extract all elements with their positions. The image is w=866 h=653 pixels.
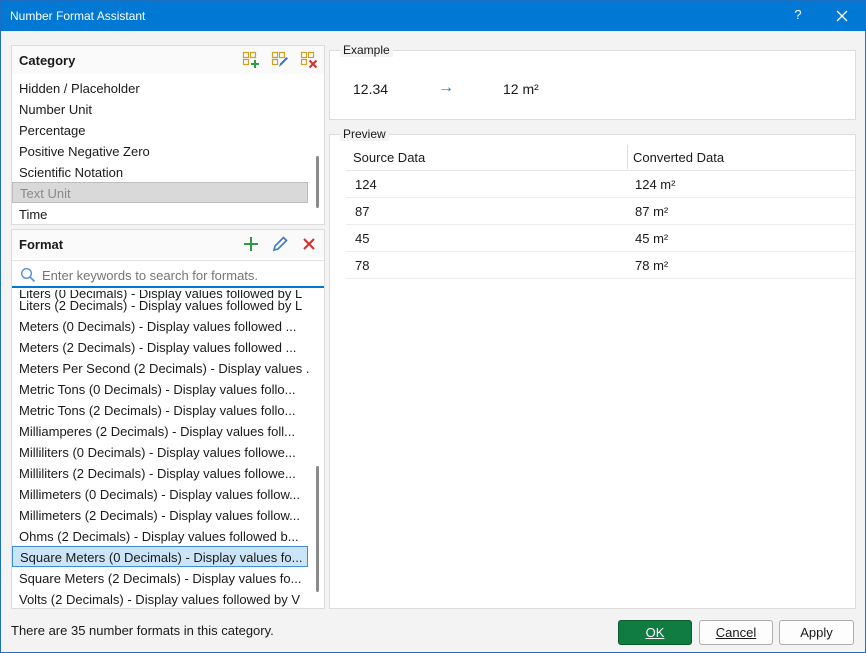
close-button[interactable] [829, 5, 855, 27]
search-icon [20, 267, 36, 283]
example-group: Example 12.34 → 12 m² [329, 43, 856, 120]
format-item[interactable]: Millimeters (2 Decimals) - Display value… [19, 505, 309, 526]
plus-icon [244, 237, 258, 251]
delete-grid-icon [300, 51, 318, 69]
edit-format-button[interactable] [271, 235, 289, 253]
format-search-box[interactable] [12, 260, 324, 288]
format-item[interactable]: Square Meters (2 Decimals) - Display val… [19, 568, 309, 589]
format-search-input[interactable] [42, 265, 318, 285]
source-cell: 124 [355, 177, 377, 192]
table-row: 124 124 m² [346, 171, 855, 198]
preview-table: Source Data Converted Data 124 124 m² 87… [346, 143, 855, 279]
format-item[interactable]: Millimeters (0 Decimals) - Display value… [19, 484, 309, 505]
source-cell: 87 [355, 204, 370, 219]
format-count-status: There are 35 number formats in this cate… [11, 623, 274, 638]
column-header-converted-data: Converted Data [633, 150, 725, 165]
format-scrollbar[interactable] [316, 466, 319, 592]
format-item[interactable]: Meters (2 Decimals) - Display values fol… [19, 337, 309, 358]
format-item[interactable]: Metric Tons (0 Decimals) - Display value… [19, 379, 309, 400]
converted-cell: 78 m² [635, 258, 669, 273]
example-source-value: 12.34 [353, 81, 389, 97]
category-item-positive-negative-zero[interactable]: Positive Negative Zero [19, 141, 150, 162]
category-list: Hidden / Placeholder Number Unit Percent… [12, 74, 310, 224]
table-row: 87 87 m² [346, 198, 855, 225]
add-category-button[interactable] [242, 51, 260, 69]
category-item-scientific-notation[interactable]: Scientific Notation [19, 162, 123, 183]
dialog-window: Number Format Assistant ? Category Hidde… [0, 0, 866, 653]
format-item[interactable]: Milliliters (0 Decimals) - Display value… [19, 442, 309, 463]
format-item[interactable]: Meters Per Second (2 Decimals) - Display… [19, 358, 309, 379]
close-icon [836, 10, 848, 22]
example-title: Example [340, 43, 393, 57]
apply-button[interactable]: Apply [779, 620, 854, 645]
format-item-selected[interactable]: Square Meters (0 Decimals) - Display val… [12, 546, 308, 567]
cancel-button[interactable]: Cancel [699, 620, 773, 645]
help-button[interactable]: ? [790, 7, 806, 22]
add-grid-icon [242, 51, 259, 68]
title-bar: Number Format Assistant ? [1, 1, 865, 31]
format-item[interactable]: Liters (2 Decimals) - Display values fol… [19, 295, 309, 316]
format-item[interactable]: Ohms (2 Decimals) - Display values follo… [19, 526, 309, 547]
format-panel: Format Enter keywords to search for form… [11, 229, 325, 609]
add-format-button[interactable] [242, 235, 260, 253]
format-item[interactable]: Meters (0 Decimals) - Display values fol… [19, 316, 309, 337]
table-row: 45 45 m² [346, 225, 855, 252]
category-item-hidden-placeholder[interactable]: Hidden / Placeholder [19, 78, 140, 99]
column-divider [627, 145, 628, 169]
edit-grid-icon [271, 51, 288, 67]
apply-button-label: Apply [800, 625, 833, 640]
example-result-value: 12 m² [503, 81, 539, 97]
format-item[interactable]: Volts (2 Decimals) - Display values foll… [19, 589, 309, 608]
preview-table-header: Source Data Converted Data [346, 143, 855, 171]
format-item[interactable]: Metric Tons (2 Decimals) - Display value… [19, 400, 309, 421]
format-item[interactable]: Milliliters (2 Decimals) - Display value… [19, 463, 309, 484]
category-header-label: Category [19, 53, 76, 68]
format-list: Liters (0 Decimals) - Display values fol… [12, 290, 312, 608]
ok-button[interactable]: OK [618, 620, 692, 645]
delete-format-button[interactable] [300, 235, 318, 253]
ok-button-label: OK [645, 625, 665, 640]
source-cell: 78 [355, 258, 370, 273]
format-header: Format [12, 230, 324, 258]
converted-cell: 124 m² [635, 177, 676, 192]
category-item-text-unit[interactable]: Text Unit [12, 182, 308, 203]
format-header-label: Format [19, 237, 64, 252]
category-item-time[interactable]: Time [19, 204, 47, 225]
preview-title: Preview [340, 127, 389, 141]
delete-x-icon [303, 238, 315, 250]
converted-cell: 87 m² [635, 204, 669, 219]
category-header: Category [12, 46, 324, 74]
format-item[interactable]: Milliamperes (2 Decimals) - Display valu… [19, 421, 309, 442]
category-panel: Category Hidden / Placeholder Number Uni… [11, 45, 325, 225]
pencil-icon [272, 236, 288, 252]
window-title: Number Format Assistant [10, 9, 146, 23]
category-scrollbar[interactable] [316, 156, 319, 208]
table-row: 78 78 m² [346, 252, 855, 279]
edit-category-button[interactable] [271, 51, 289, 69]
preview-group: Preview Source Data Converted Data 124 1… [329, 127, 856, 609]
arrow-right-icon: → [438, 79, 454, 96]
category-item-percentage[interactable]: Percentage [19, 120, 86, 141]
category-item-number-unit[interactable]: Number Unit [19, 99, 92, 120]
delete-category-button[interactable] [300, 51, 318, 69]
cancel-button-label: Cancel [715, 625, 757, 640]
converted-cell: 45 m² [635, 231, 669, 246]
source-cell: 45 [355, 231, 370, 246]
column-header-source-data: Source Data [353, 150, 426, 165]
